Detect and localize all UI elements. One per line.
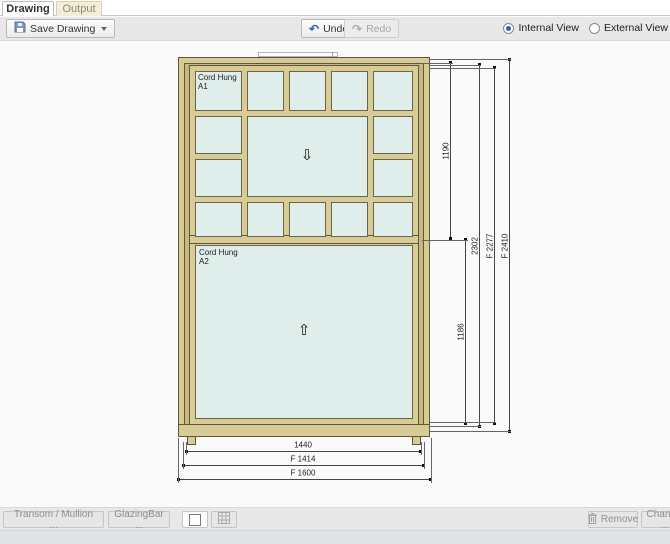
internal-view-radio[interactable] [503,23,514,34]
glass-pane[interactable] [373,116,413,154]
internal-view-option[interactable]: Internal View [503,22,579,34]
change-label: Change ... [646,509,670,531]
cill-horn-right [412,436,421,445]
extension-line [430,422,496,423]
glass-pane[interactable] [195,159,242,197]
tab-bar: Drawing Output [0,0,670,16]
sash-bottom-label: Cord Hung A2 [199,248,238,266]
glass-pane[interactable] [195,116,242,154]
glass-pane[interactable] [247,71,284,111]
sash-top-name: Cord Hung [198,73,237,82]
transom-mullion-label: Transom / Mullion ... [10,509,97,531]
dim-overall-height[interactable]: F 2410 [501,234,510,259]
extension-line [431,438,432,483]
save-drawing-label: Save Drawing [30,23,95,35]
glazing-bar-label: GlazingBar ... [114,509,163,531]
dimension-line [183,465,424,466]
window-designer-app: Drawing Output Save Drawing ↶ Undo ↷ Red… [0,0,670,544]
extension-line [186,442,187,455]
external-view-radio[interactable] [589,23,600,34]
extension-line [430,68,496,69]
save-drawing-button[interactable]: Save Drawing [6,19,115,38]
glass-pane[interactable] [373,202,413,237]
main-toolbar: Save Drawing ↶ Undo ↷ Redo Internal View… [0,17,670,41]
dim-frame-width[interactable]: F 1414 [291,455,316,464]
remove-label: Remove [601,514,638,525]
extension-line [421,442,422,455]
tab-drawing-label: Drawing [6,3,49,15]
dim-bottom-sash-height[interactable]: 1186 [457,323,466,340]
internal-view-label: Internal View [518,22,579,34]
extension-line [430,65,481,66]
sash-top-id: A1 [198,82,237,91]
glass-pane[interactable] [195,202,242,237]
dimension-line [186,451,421,452]
georgian-grid-icon [218,512,230,527]
bottom-toolbar: Transom / Mullion ... GlazingBar ... Rem… [0,507,670,530]
tab-drawing[interactable]: Drawing [2,1,54,16]
slide-up-arrow-icon: ⇧ [298,321,311,339]
save-menu-caret-icon [101,27,107,31]
dim-overall-width[interactable]: F 1600 [291,469,316,478]
extension-line [424,442,425,469]
extension-line [178,438,179,483]
tab-output[interactable]: Output [56,1,102,16]
dimension-line [178,479,431,480]
dim-top-sash-height[interactable]: 1190 [442,142,451,159]
status-strip [0,530,670,544]
tab-output-label: Output [62,3,95,15]
dim-frame-height[interactable]: F 2277 [486,234,495,259]
undo-icon: ↶ [309,23,319,35]
redo-button[interactable]: ↷ Redo [344,19,399,38]
save-icon [14,21,26,36]
cill-horn-left [187,436,196,445]
plain-glass-button[interactable] [182,511,208,528]
glass-pane[interactable] [331,202,368,237]
slide-down-arrow-icon: ⇩ [301,146,314,164]
sash-bottom-name: Cord Hung [199,248,238,257]
extension-line [430,431,511,432]
change-button[interactable]: Change ... [641,511,670,528]
sash-bottom-id: A2 [199,257,238,266]
external-view-option[interactable]: External View [589,22,668,34]
view-radio-group: Internal View External View [503,22,668,34]
glass-pane[interactable] [289,71,326,111]
glass-pane[interactable] [331,71,368,111]
trash-icon [588,513,597,527]
plain-glass-icon [189,514,201,526]
sash-top-label: Cord Hung A1 [198,73,237,91]
glass-pane[interactable] [247,202,284,237]
extension-line [422,63,453,64]
glazing-bar-button[interactable]: GlazingBar ... [108,511,170,528]
glass-pane[interactable] [373,159,413,197]
dim-opening-height[interactable]: 2302 [471,237,480,255]
remove-button[interactable]: Remove [588,511,638,528]
transom-mullion-button[interactable]: Transom / Mullion ... [3,511,104,528]
extension-line [430,59,511,60]
external-view-label: External View [604,22,668,34]
redo-icon: ↷ [352,23,362,35]
georgian-grid-button[interactable] [211,511,237,528]
extension-line [183,442,184,469]
glass-pane[interactable] [373,71,413,111]
glass-pane[interactable] [289,202,326,237]
cill[interactable] [178,424,430,437]
extension-line [430,426,481,427]
extension-line [422,240,468,241]
dim-sash-width[interactable]: 1440 [294,441,312,450]
redo-label: Redo [366,23,391,35]
